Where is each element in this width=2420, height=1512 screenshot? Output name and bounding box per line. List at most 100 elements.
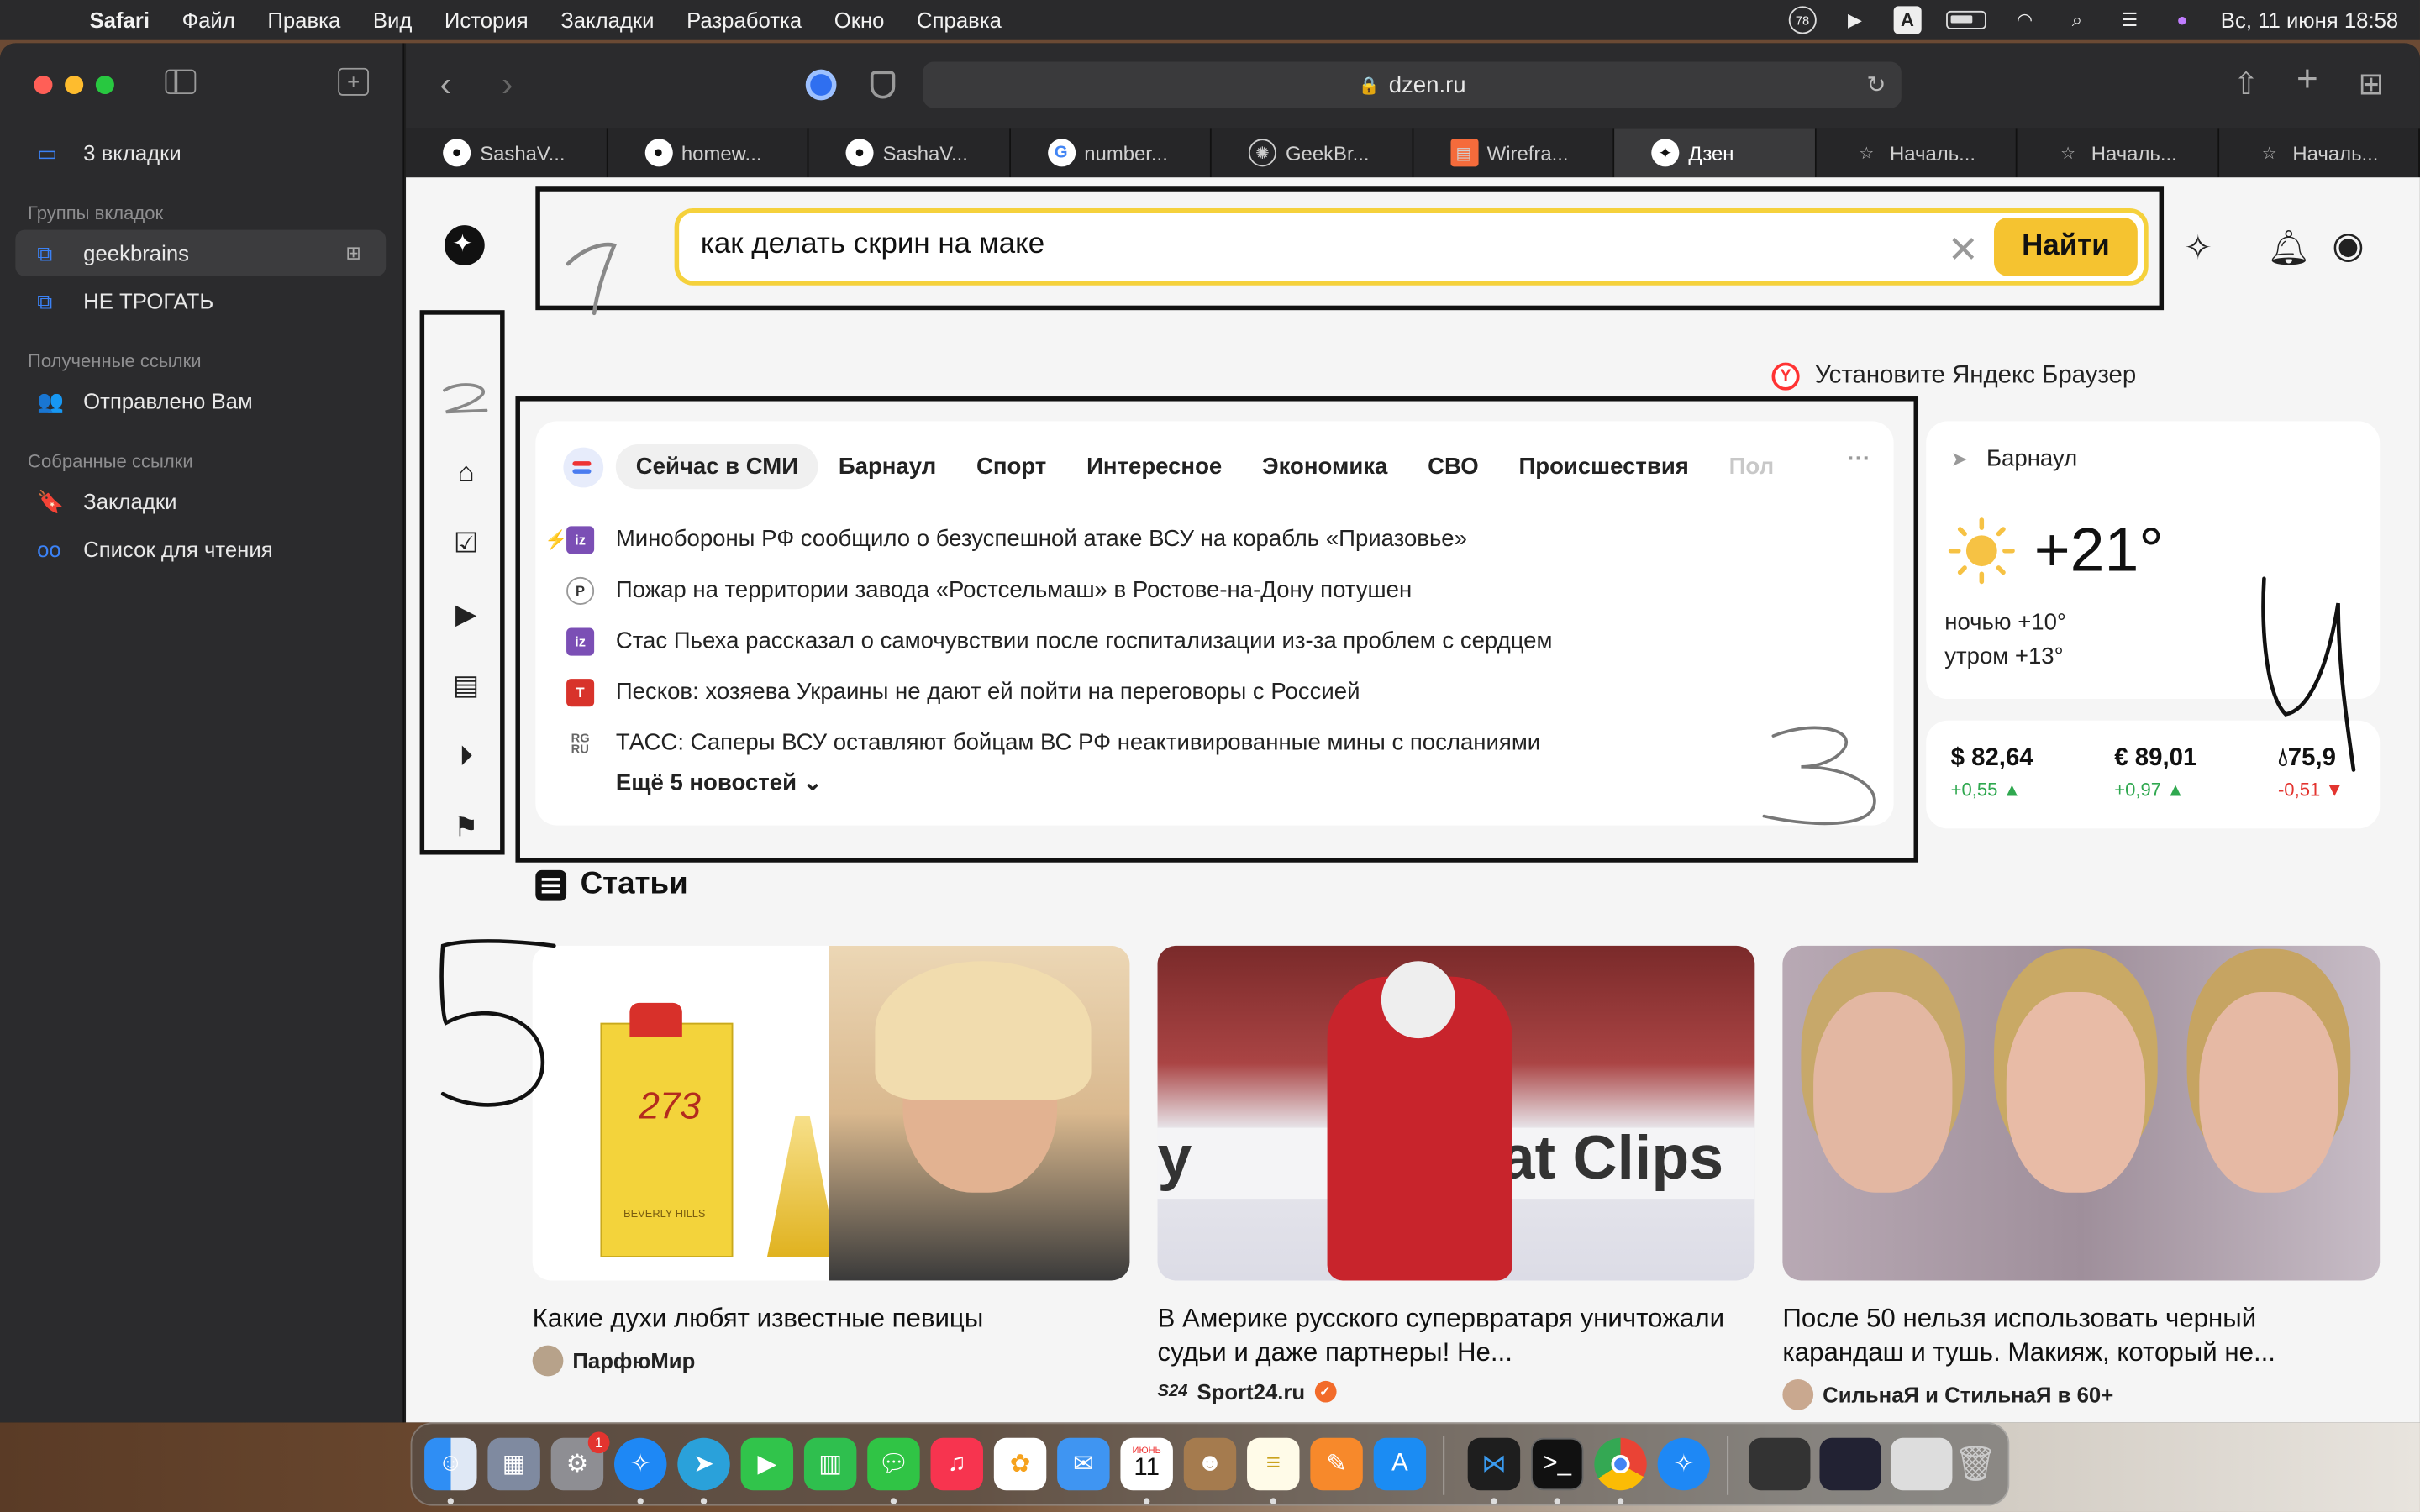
tab-number[interactable]: Gnumber... <box>1010 128 1212 178</box>
new-tab-group-icon[interactable]: + <box>338 67 369 96</box>
system-settings-icon[interactable]: ⚙ 1 <box>550 1431 610 1491</box>
safari-secondary-icon[interactable]: ✧ <box>1657 1437 1711 1491</box>
article-author[interactable]: S24 Sport24.ru ✓ <box>1158 1379 1755 1404</box>
news-tab-politics[interactable]: Пол <box>1709 444 1794 489</box>
menu-help[interactable]: Справка <box>917 8 1002 32</box>
finder-icon[interactable]: ☺ <box>424 1437 477 1491</box>
news-item[interactable]: iz Стас Пьеха рассказал о самочувствии п… <box>566 616 1552 667</box>
sidebar-item-geekbrains[interactable]: ⧉ geekbrains ⊞ <box>15 229 387 276</box>
notes-icon[interactable]: ≡ <box>1247 1437 1300 1491</box>
calendar-icon[interactable]: ИЮНЬ 11 <box>1120 1437 1173 1491</box>
install-browser-banner[interactable]: Y Установите Яндекс Браузер <box>1771 362 2136 391</box>
menubar-datetime[interactable]: Вс, 11 июня 18:58 <box>2221 8 2398 32</box>
article-author[interactable]: ПарфюМир <box>532 1345 1130 1377</box>
news-item[interactable]: RG RU ТАСС: Саперы ВСУ оставляют бойцам В… <box>566 717 1552 769</box>
battery-icon[interactable] <box>1945 10 1986 29</box>
news-tab-barnaul[interactable]: Барнаул <box>818 444 956 489</box>
music-icon[interactable]: ♫ <box>930 1437 983 1491</box>
dzen-logo-icon[interactable] <box>444 225 485 265</box>
minimize-window-button[interactable] <box>65 75 84 95</box>
wifi-icon[interactable]: ◠ <box>2011 9 2039 31</box>
search-button[interactable]: Найти <box>1994 217 2138 276</box>
sidebar-item-shared-with-you[interactable]: 👥 Отправлено Вам <box>15 378 386 424</box>
subscriptions-check-icon[interactable]: ☑ <box>449 526 482 559</box>
news-tab-incidents[interactable]: Происшествия <box>1499 444 1709 489</box>
menu-bookmarks[interactable]: Закладки <box>560 8 654 32</box>
tab-start-1[interactable]: ☆ Началь... <box>1815 128 2018 178</box>
article-title[interactable]: В Америке русского супервратаря уничтожа… <box>1158 1302 1755 1370</box>
back-button[interactable]: ‹ <box>439 65 450 105</box>
search-input[interactable] <box>700 228 1936 263</box>
news-item[interactable]: ⚡ iz Минобороны РФ сообщило о безуспешно… <box>544 514 1552 565</box>
menu-history[interactable]: История <box>445 8 529 32</box>
sidebar-item-tabs[interactable]: ▭ 3 вкладки <box>15 129 386 176</box>
menu-edit[interactable]: Правка <box>267 8 340 32</box>
tab-start-2[interactable]: ☆ Началь... <box>2017 128 2219 178</box>
news-tab-svo[interactable]: СВО <box>1407 444 1498 489</box>
control-center-icon[interactable]: ☰ <box>2116 9 2144 31</box>
video-icon[interactable]: ▶ <box>449 597 482 631</box>
photos-icon[interactable]: ✿ <box>993 1437 1047 1491</box>
terminal-icon[interactable]: >_ <box>1531 1437 1584 1491</box>
clear-search-icon[interactable]: ✕ <box>1948 228 1979 273</box>
new-tab-button[interactable]: + <box>2296 59 2318 102</box>
contacts-icon[interactable]: ☻ <box>1183 1437 1237 1491</box>
article-card[interactable]: 273 BEVERLY HILLS Какие духи любят извес… <box>532 945 1130 1377</box>
reload-icon[interactable]: ↻ <box>1866 71 1886 98</box>
recent-window-thumbnail-1[interactable] <box>1748 1437 1811 1491</box>
mail-icon[interactable]: ✉ <box>1057 1437 1110 1491</box>
spotlight-search-icon[interactable]: ⌕ <box>2063 8 2091 31</box>
news-tab-interesting[interactable]: Интересное <box>1066 444 1242 489</box>
pages-icon[interactable]: ✎ <box>1310 1437 1363 1491</box>
article-title[interactable]: Какие духи любят известные певицы <box>533 1302 1130 1336</box>
tab-dzen[interactable]: ✦ Дзен <box>1614 128 1816 178</box>
safari-icon[interactable]: ✧ <box>614 1437 667 1491</box>
play-icon[interactable]: ▶ <box>1841 9 1869 31</box>
sidebar-item-reading-list[interactable]: oo Список для чтения <box>15 526 386 572</box>
sidebar-item-bookmarks[interactable]: 🔖 Закладки <box>15 478 386 524</box>
app-store-icon[interactable]: A <box>1373 1437 1427 1491</box>
sidebar-toggle-icon[interactable] <box>165 69 197 95</box>
grid-view-icon[interactable]: ⊞ <box>345 242 367 264</box>
profile-icon[interactable]: ◉ <box>2332 223 2364 268</box>
news-tab-sport[interactable]: Спорт <box>956 444 1066 489</box>
news-tab-smi[interactable]: Сейчас в СМИ <box>615 444 818 490</box>
menu-app-name[interactable]: Safari <box>90 8 150 32</box>
tab-start-3[interactable]: ☆ Началь... <box>2218 128 2420 178</box>
article-card[interactable]: После 50 нельзя использовать черный кара… <box>1782 945 2381 1410</box>
news-tab-economy[interactable]: Экономика <box>1242 444 1407 489</box>
tab-homework[interactable]: ● homew... <box>607 128 809 178</box>
tab-wireframe[interactable]: ▤ Wirefra... <box>1413 128 1615 178</box>
menu-file[interactable]: Файл <box>182 8 235 32</box>
tab-geekbrains[interactable]: ✺ GeekBr... <box>1211 128 1413 178</box>
privacy-shield-icon[interactable] <box>870 71 896 99</box>
zoom-window-button[interactable] <box>95 75 114 95</box>
forward-button[interactable]: › <box>502 65 513 105</box>
address-bar[interactable]: 🔒 dzen.ru ↻ <box>923 61 1902 108</box>
trash-icon[interactable]: 🗑︎ <box>1949 1438 2002 1490</box>
tab-sashav-1[interactable]: ● SashaV... <box>406 128 608 178</box>
close-window-button[interactable] <box>34 75 53 95</box>
facetime-icon[interactable]: ▶ <box>740 1437 794 1491</box>
news-item[interactable]: Р Пожар на территории завода «Ростсельма… <box>566 564 1552 616</box>
magic-search-icon[interactable]: ✧ <box>2184 228 2212 269</box>
numbers-icon[interactable]: ▥ <box>803 1437 857 1491</box>
messages-icon[interactable]: 💬︎ <box>867 1437 920 1491</box>
siri-icon[interactable]: ● <box>2168 9 2196 31</box>
recent-window-thumbnail-2[interactable] <box>1819 1437 1881 1491</box>
rates-card[interactable]: $ 82,64 +0,55 ▲ € 89,01 +0,97 ▲ 💧︎75,9 -… <box>1926 720 2381 829</box>
article-title[interactable]: После 50 нельзя использовать черный кара… <box>1782 1302 2380 1370</box>
sidebar-item-ne-trogat[interactable]: ⧉ НЕ ТРОГАТЬ <box>15 278 386 324</box>
input-source-icon[interactable]: A <box>1893 6 1922 34</box>
news-item[interactable]: T Песков: хозяева Украины не дают ей пой… <box>566 666 1552 717</box>
weather-card[interactable]: ➤ Барнаул +21° ночью +10° утром +13° <box>1926 421 2381 700</box>
menu-develop[interactable]: Разработка <box>687 8 802 32</box>
vscode-icon[interactable]: ⋈ <box>1467 1437 1521 1491</box>
tab-sashav-2[interactable]: ● SashaV... <box>808 128 1011 178</box>
tab-overview-icon[interactable]: ⊞ <box>2358 65 2384 103</box>
launchpad-icon[interactable]: ▦ <box>487 1437 540 1491</box>
more-news-button[interactable]: Ещё 5 новостей ⌄ <box>616 769 823 796</box>
more-dots-icon[interactable]: ··· <box>1848 446 1871 472</box>
articles-icon[interactable]: ▤ <box>449 668 482 701</box>
recent-window-thumbnail-3[interactable] <box>1890 1437 1953 1491</box>
